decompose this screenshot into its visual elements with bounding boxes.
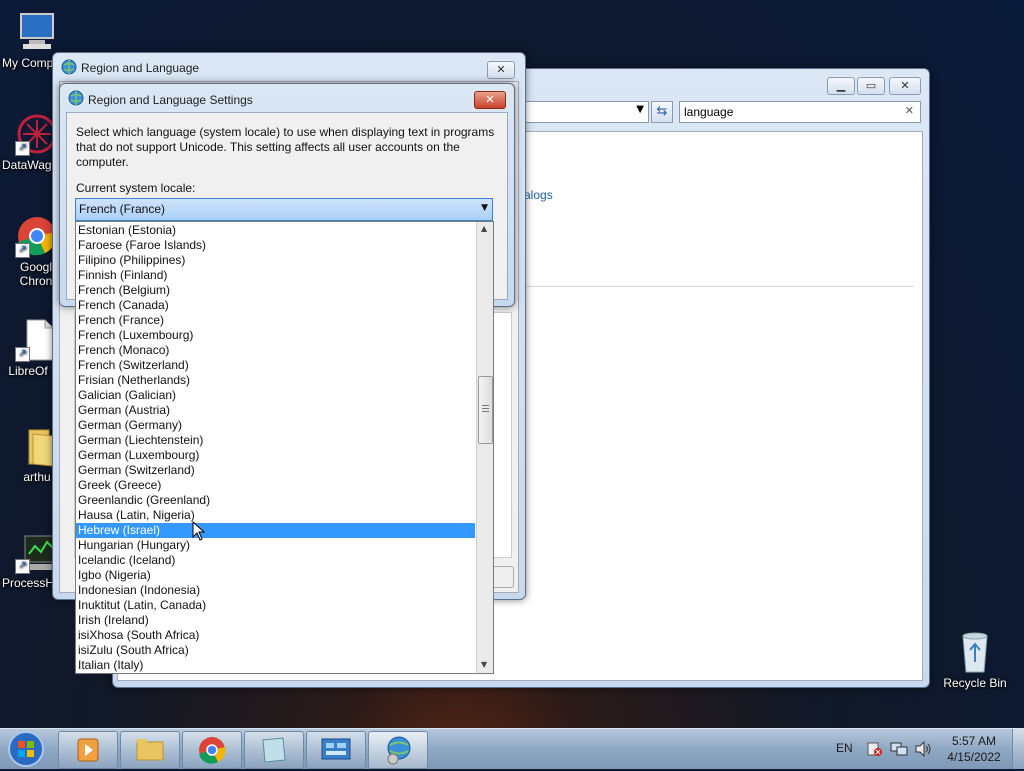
locale-option[interactable]: Galician (Galician) — [76, 388, 475, 403]
taskbar-region-language[interactable] — [368, 731, 428, 769]
locale-option[interactable]: Greek (Greece) — [76, 478, 475, 493]
locale-option[interactable]: Inuktitut (Latin, Canada) — [76, 598, 475, 613]
recycle-bin-icon — [953, 630, 997, 674]
locale-option[interactable]: French (France) — [76, 313, 475, 328]
system-locale-select[interactable]: French (France) ▼ — [75, 198, 493, 221]
shortcut-arrow-icon: ↗ — [15, 559, 30, 574]
locale-option[interactable]: Igbo (Nigeria) — [76, 568, 475, 583]
clock-time[interactable]: 5:57 AM — [946, 734, 1002, 748]
locale-option[interactable]: Greenlandic (Greenland) — [76, 493, 475, 508]
search-box[interactable]: ✕ — [679, 101, 921, 123]
shortcut-arrow-icon: ↗ — [15, 347, 30, 362]
globe-icon — [68, 90, 84, 109]
taskbar-media-player[interactable] — [58, 731, 118, 769]
locale-option[interactable]: Italian (Italy) — [76, 658, 475, 673]
scroll-thumb[interactable] — [478, 376, 493, 444]
chrome-icon — [199, 737, 226, 764]
clock-date[interactable]: 4/15/2022 — [942, 750, 1006, 764]
notepad-icon — [262, 737, 286, 763]
dialog-title: Region and Language Settings — [88, 93, 253, 107]
search-input[interactable] — [682, 103, 896, 121]
folder-icon — [136, 739, 164, 761]
scroll-up-icon[interactable]: ▲ — [481, 224, 487, 233]
taskbar-control-panel[interactable] — [306, 731, 366, 769]
vertical-scrollbar[interactable]: ▲ ▼ — [476, 222, 493, 673]
shortcut-arrow-icon: ↗ — [15, 243, 30, 258]
desktop-icon-label: Recycle Bin — [943, 676, 1007, 690]
clear-search-icon[interactable]: ✕ — [905, 104, 914, 117]
maximize-button[interactable]: ▭ — [857, 77, 885, 95]
media-player-icon — [77, 738, 99, 762]
locale-option[interactable]: German (Liechtenstein) — [76, 433, 475, 448]
globe-icon — [61, 59, 77, 78]
taskbar-chrome[interactable] — [182, 731, 242, 769]
address-bar[interactable]: ▼ — [523, 101, 649, 123]
locale-option[interactable]: German (Switzerland) — [76, 463, 475, 478]
locale-option[interactable]: Hungarian (Hungary) — [76, 538, 475, 553]
locale-option[interactable]: Faroese (Faroe Islands) — [76, 238, 475, 253]
locale-option[interactable]: Indonesian (Indonesia) — [76, 583, 475, 598]
locale-option[interactable]: Frisian (Netherlands) — [76, 373, 475, 388]
address-dropdown-icon[interactable]: ▼ — [636, 104, 644, 115]
result-link[interactable]: alogs — [524, 188, 553, 202]
control-panel-icon — [321, 738, 351, 760]
locale-option[interactable]: French (Monaco) — [76, 343, 475, 358]
show-desktop-button[interactable] — [1012, 729, 1024, 769]
mouse-cursor-icon — [192, 520, 206, 544]
network-icon[interactable] — [890, 741, 908, 760]
locale-label: Current system locale: — [76, 181, 196, 195]
scroll-down-icon[interactable]: ▼ — [481, 660, 487, 669]
locale-option[interactable]: isiXhosa (South Africa) — [76, 628, 475, 643]
locale-option[interactable]: Estonian (Estonia) — [76, 223, 475, 238]
computer-icon — [15, 10, 59, 54]
locale-option[interactable]: Irish (Ireland) — [76, 613, 475, 628]
language-indicator[interactable]: EN — [836, 741, 853, 755]
dialog-close-button[interactable]: ✕ — [474, 91, 506, 109]
locale-option[interactable]: French (Switzerland) — [76, 358, 475, 373]
locale-option[interactable]: German (Luxembourg) — [76, 448, 475, 463]
locale-option[interactable]: Finnish (Finland) — [76, 268, 475, 283]
close-button[interactable]: ✕ — [487, 61, 515, 79]
start-button[interactable] — [6, 730, 46, 768]
globe-icon — [387, 736, 411, 765]
dropdown-arrow-icon[interactable]: ▼ — [481, 203, 488, 213]
taskbar-notepad[interactable] — [244, 731, 304, 769]
close-button[interactable]: ✕ — [889, 77, 921, 95]
selected-locale-text: French (France) — [79, 202, 166, 216]
locale-option[interactable]: Icelandic (Iceland) — [76, 553, 475, 568]
locale-option[interactable]: French (Canada) — [76, 298, 475, 313]
locale-option[interactable]: Filipino (Philippines) — [76, 253, 475, 268]
minimize-button[interactable]: ▁ — [827, 77, 855, 95]
locale-dropdown-list[interactable]: Estonian (Estonia) Faroese (Faroe Islands… — [75, 221, 494, 674]
locale-option[interactable]: French (Belgium) — [76, 283, 475, 298]
locale-option[interactable]: isiZulu (South Africa) — [76, 643, 475, 658]
locale-option[interactable]: French (Luxembourg) — [76, 328, 475, 343]
taskbar-explorer[interactable] — [120, 731, 180, 769]
shortcut-arrow-icon: ↗ — [15, 141, 30, 156]
volume-icon[interactable] — [914, 740, 932, 760]
divider — [498, 286, 914, 287]
locale-option[interactable]: Hebrew (Israel) — [76, 523, 475, 538]
locale-option[interactable]: Hausa (Latin, Nigeria) — [76, 508, 475, 523]
action-center-icon[interactable] — [866, 741, 882, 760]
desktop-icon-recycle-bin[interactable]: Recycle Bin — [936, 630, 1014, 690]
dialog-description: Select which language (system locale) to… — [76, 125, 495, 169]
locale-option[interactable]: German (Austria) — [76, 403, 475, 418]
refresh-icon[interactable]: ⇆ — [651, 101, 673, 123]
window-title: Region and Language — [81, 61, 200, 75]
locale-option[interactable]: German (Germany) — [76, 418, 475, 433]
locale-options: Estonian (Estonia) Faroese (Faroe Islands… — [76, 223, 475, 673]
taskbar: EN 5:57 AM 4/15/2022 — [0, 728, 1024, 769]
